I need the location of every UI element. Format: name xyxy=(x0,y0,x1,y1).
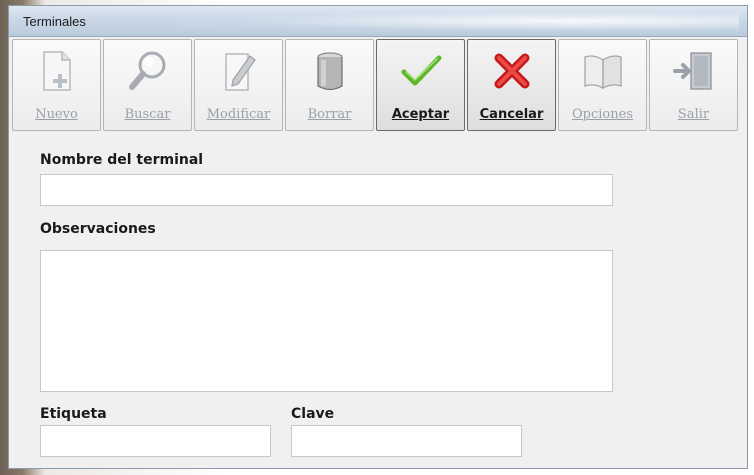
clave-input[interactable] xyxy=(291,425,522,457)
terminales-window: Terminales Nuevo Buscar Modificar Borrar… xyxy=(8,5,748,469)
opciones-button[interactable]: Opciones xyxy=(558,39,647,131)
cancelar-button[interactable]: Cancelar xyxy=(467,39,556,131)
borrar-label: Borrar xyxy=(307,107,352,122)
etiqueta-input[interactable] xyxy=(40,425,271,457)
title-bar[interactable]: Terminales xyxy=(9,6,747,37)
edit-pencil-icon xyxy=(224,53,256,91)
salir-button[interactable]: Salir xyxy=(649,39,738,131)
salir-label: Salir xyxy=(677,107,710,122)
buscar-button[interactable]: Buscar xyxy=(103,39,192,131)
new-document-icon xyxy=(42,51,71,91)
window-title: Terminales xyxy=(23,14,86,29)
observaciones-label: Observaciones xyxy=(40,221,156,237)
cancelar-label: Cancelar xyxy=(479,107,544,122)
etiqueta-label: Etiqueta xyxy=(40,406,107,422)
trash-bin-icon xyxy=(316,52,343,91)
borrar-button[interactable]: Borrar xyxy=(285,39,374,131)
opciones-label: Opciones xyxy=(572,107,633,122)
magnifier-icon xyxy=(128,51,165,90)
toolbar: Nuevo Buscar Modificar Borrar Aceptar Ca… xyxy=(12,39,744,131)
book-icon xyxy=(583,55,622,90)
aceptar-label: Aceptar xyxy=(391,107,450,122)
checkmark-icon xyxy=(401,55,441,86)
nombre-label: Nombre del terminal xyxy=(40,152,204,168)
nuevo-label: Nuevo xyxy=(35,107,78,122)
clave-label: Clave xyxy=(291,406,335,422)
observaciones-textarea[interactable] xyxy=(40,250,613,392)
modificar-button[interactable]: Modificar xyxy=(194,39,283,131)
nombre-input[interactable] xyxy=(40,174,613,206)
buscar-label: Buscar xyxy=(124,107,171,122)
modificar-label: Modificar xyxy=(206,107,271,122)
exit-door-icon xyxy=(672,52,712,90)
aceptar-button[interactable]: Aceptar xyxy=(376,39,465,131)
form-area: Nombre del terminal Observaciones Etique… xyxy=(10,138,746,468)
cross-icon xyxy=(494,53,529,89)
nuevo-button[interactable]: Nuevo xyxy=(12,39,101,131)
